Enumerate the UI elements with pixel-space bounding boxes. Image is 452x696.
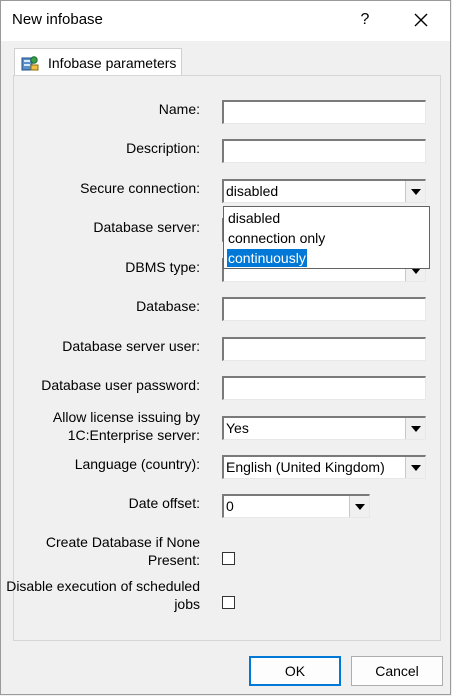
chevron-down-icon <box>410 464 421 471</box>
description-label: Description: <box>126 140 200 156</box>
database-server-label: Database server: <box>93 219 200 235</box>
create-database-label-line-1: Create Database if None <box>45 534 200 550</box>
license-issuing-label-line-2: 1C:Enterprise server: <box>67 427 200 443</box>
close-button[interactable] <box>406 6 436 34</box>
language-dropdown-button[interactable] <box>405 457 425 478</box>
chevron-down-icon <box>410 425 421 432</box>
create-database-checkbox[interactable] <box>222 552 235 565</box>
cancel-button[interactable]: Cancel <box>351 656 443 686</box>
secure-connection-select[interactable]: disabled <box>222 179 426 203</box>
disable-scheduled-jobs-label: Disable execution of scheduled jobs <box>6 577 200 613</box>
database-server-user-field[interactable] <box>222 337 426 361</box>
secure-connection-value: disabled <box>226 183 279 199</box>
database-label: Database: <box>136 298 200 314</box>
create-database-label-line-2: Present: <box>147 552 200 568</box>
disable-scheduled-jobs-checkbox[interactable] <box>222 596 235 609</box>
language-select[interactable]: English (United Kingdom) <box>222 455 426 479</box>
window-title: New infobase <box>12 11 103 28</box>
chevron-down-icon <box>410 188 421 195</box>
name-label: Name: <box>158 101 200 117</box>
date-offset-select[interactable]: 0 <box>222 494 370 518</box>
database-field[interactable] <box>222 297 426 321</box>
secure-connection-dropdown-button[interactable] <box>405 181 425 202</box>
language-label: Language (country): <box>74 456 200 472</box>
close-icon <box>414 13 428 27</box>
language-value: English (United Kingdom) <box>226 459 385 475</box>
disable-scheduled-jobs-label-line-1: Disable execution of scheduled <box>6 578 200 594</box>
ok-button[interactable]: OK <box>249 656 341 686</box>
new-infobase-dialog: New infobase ? Infobase parameters Name:… <box>0 0 451 695</box>
chevron-down-icon <box>354 503 365 510</box>
tab-label: Infobase parameters <box>48 55 177 71</box>
date-offset-dropdown-button[interactable] <box>349 496 369 517</box>
dropdown-option-continuously[interactable]: continuously <box>227 249 307 267</box>
description-field[interactable] <box>222 139 426 163</box>
infobase-icon <box>21 56 39 71</box>
date-offset-label: Date offset: <box>128 495 200 511</box>
dbms-type-label: DBMS type: <box>125 259 200 275</box>
license-issuing-dropdown-button[interactable] <box>405 418 425 439</box>
license-issuing-label-line-1: Allow license issuing by <box>52 409 200 425</box>
secure-connection-dropdown-list: disabled connection only continuously <box>223 206 430 269</box>
name-field[interactable] <box>222 100 426 124</box>
disable-scheduled-jobs-label-line-2: jobs <box>174 596 200 612</box>
license-issuing-value: Yes <box>226 420 249 436</box>
dropdown-option-connection-only[interactable]: connection only <box>227 229 326 247</box>
tab-infobase-parameters[interactable]: Infobase parameters <box>14 48 182 76</box>
database-server-user-label: Database server user: <box>62 338 200 354</box>
date-offset-value: 0 <box>226 498 234 514</box>
secure-connection-label: Secure connection: <box>80 180 200 196</box>
create-database-label: Create Database if None Present: <box>46 533 200 569</box>
title-bar: New infobase ? <box>1 1 450 41</box>
dropdown-option-disabled[interactable]: disabled <box>227 209 281 227</box>
help-button[interactable]: ? <box>353 6 377 34</box>
license-issuing-select[interactable]: Yes <box>222 416 426 440</box>
database-user-password-field[interactable] <box>222 376 426 400</box>
license-issuing-label: Allow license issuing by 1C:Enterprise s… <box>53 408 200 444</box>
database-user-password-label: Database user password: <box>41 377 200 393</box>
